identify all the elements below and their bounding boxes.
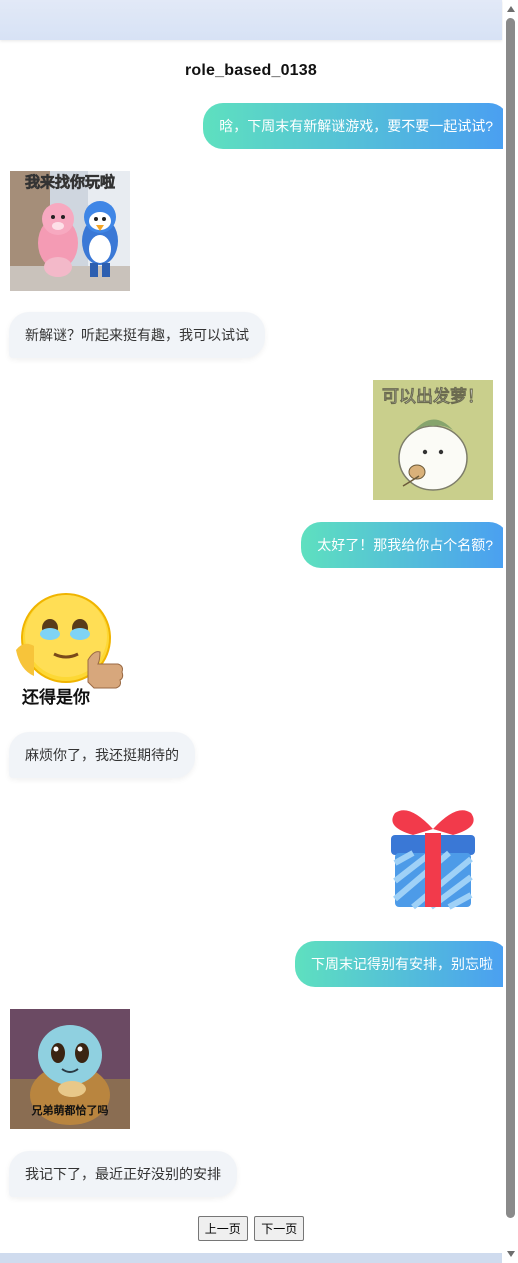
sticker-image[interactable]: 我来找你玩啦 [10, 171, 130, 291]
pagination: 上一页 下一页 [0, 1216, 502, 1241]
message-bubble-sent: 下周末记得别有安排，别忘啦 [295, 941, 509, 987]
bottom-bar [0, 1253, 502, 1263]
teary-thumbs-up-emoji-icon: 还得是你 [10, 590, 130, 710]
sticker-caption: 兄弟萌都恰了吗 [31, 1103, 109, 1117]
gift-icon [373, 799, 493, 919]
radish-sticker-icon: 可以出发萝！ [373, 380, 493, 500]
sticker-caption: 可以出发萝！ [382, 386, 484, 407]
sticker-caption: 还得是你 [21, 687, 90, 708]
message-bubble-received: 新解谜？听起来挺有趣，我可以试试 [9, 312, 265, 358]
scrollbar-thumb[interactable] [506, 18, 515, 1218]
sticker-image[interactable]: 可以出发萝！ [373, 380, 493, 500]
sticker-image[interactable] [373, 799, 493, 919]
message-bubble-received: 我记下了，最近正好没别的安排 [9, 1151, 237, 1197]
top-bar [0, 0, 502, 40]
next-page-button[interactable]: 下一页 [254, 1216, 305, 1241]
message-bubble-sent: 晗，下周末有新解谜游戏，要不要一起试试? [203, 103, 509, 149]
squirtle-sticker-icon: 兄弟萌都恰了吗 [10, 1009, 130, 1129]
message-bubble-received: 麻烦你了，我还挺期待的 [9, 732, 195, 778]
chat-title: role_based_0138 [185, 62, 317, 79]
prev-page-button[interactable]: 上一页 [197, 1216, 248, 1241]
sticker-caption: 我来找你玩啦 [25, 173, 115, 191]
message-bubble-sent: 太好了！那我给你占个名额? [301, 522, 509, 568]
scroll-down-icon[interactable] [507, 1251, 515, 1257]
sticker-image[interactable]: 还得是你 [10, 590, 130, 710]
vertical-scrollbar[interactable] [503, 0, 518, 1263]
penguin-friends-sticker-icon: 我来找你玩啦 [10, 171, 130, 291]
sticker-image[interactable]: 兄弟萌都恰了吗 [10, 1009, 130, 1129]
scroll-up-icon[interactable] [507, 6, 515, 12]
